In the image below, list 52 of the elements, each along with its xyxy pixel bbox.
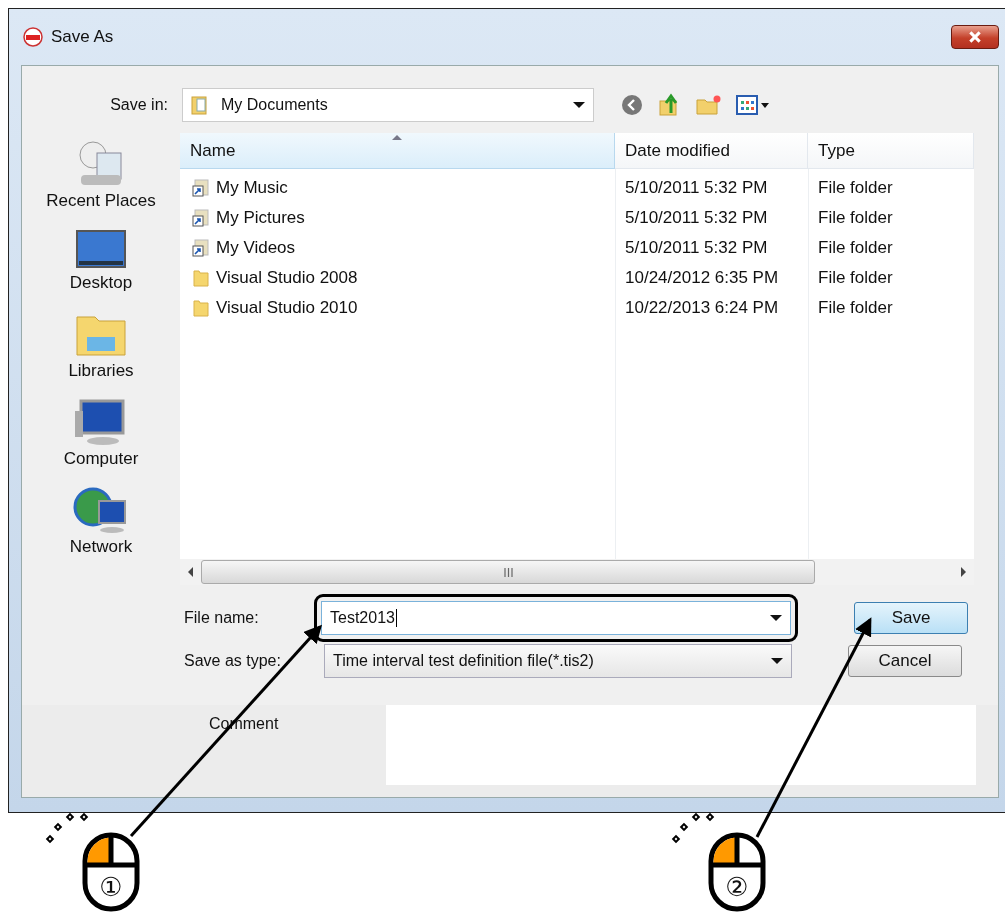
file-row-name[interactable]: My Videos (180, 238, 615, 258)
shortcut-icon (192, 209, 210, 227)
window-title: Save As (51, 27, 114, 47)
places-item[interactable]: Recent Places (46, 139, 156, 211)
type-cell-text: File folder (817, 178, 894, 198)
step-number: ② (725, 872, 749, 902)
caret-icon (573, 102, 585, 108)
places-item[interactable]: Computer (63, 397, 139, 469)
save-in-label: Save in: (109, 96, 169, 114)
file-name-field[interactable]: Test2013 (321, 601, 791, 635)
type-cell-text: File folder (817, 298, 894, 318)
new-folder-icon[interactable] (696, 94, 722, 116)
scrollbar-thumb[interactable] (201, 560, 815, 584)
folder-icon (192, 299, 210, 317)
comment-field[interactable] (386, 705, 976, 785)
shortcut-icon (192, 179, 210, 197)
file-name-label: File name: (183, 609, 260, 627)
sort-arrow-icon (392, 135, 402, 140)
date-cell-text: 5/10/2011 5:32 PM (624, 178, 769, 198)
places-item[interactable]: Network (69, 485, 133, 557)
documents-folder-icon (191, 95, 209, 115)
column-header[interactable]: Date modified (615, 133, 808, 169)
date-cell-text: 10/22/2013 6:24 PM (624, 298, 780, 318)
save-as-type-dropdown[interactable]: Time interval test definition file(*.tis2) (324, 644, 792, 678)
date-cell-text: 5/10/2011 5:32 PM (624, 208, 769, 228)
back-icon[interactable] (620, 93, 644, 117)
close-button[interactable] (951, 25, 999, 49)
view-menu-button[interactable] (736, 95, 769, 115)
places-item[interactable]: Libraries (68, 309, 134, 381)
grip-icon (503, 567, 513, 577)
shortcut-icon (192, 239, 210, 257)
type-cell-text: File folder (817, 208, 894, 228)
globe-computer-icon (73, 485, 129, 535)
cancel-button[interactable]: Cancel (848, 645, 962, 677)
folder-icon (192, 269, 210, 287)
column-header[interactable]: Name (180, 133, 615, 169)
save-as-type-label: Save as type: (183, 652, 282, 670)
places-item[interactable]: Desktop (69, 227, 133, 293)
step-number: ① (99, 872, 123, 902)
save-button[interactable]: Save (854, 602, 968, 634)
date-cell-text: 10/24/2012 6:35 PM (624, 268, 780, 288)
file-row-name[interactable]: Visual Studio 2008 (180, 268, 615, 288)
date-cell-text: 5/10/2011 5:32 PM (624, 238, 769, 258)
file-row-name[interactable]: My Pictures (180, 208, 615, 228)
desktop-icon (73, 227, 129, 271)
column-header[interactable]: Type (808, 133, 974, 169)
close-icon (968, 30, 982, 44)
type-cell-text: File folder (817, 238, 894, 258)
save-in-dropdown[interactable]: My Documents (182, 88, 594, 122)
file-row-name[interactable]: Visual Studio 2010 (180, 298, 615, 318)
type-cell-text: File folder (817, 268, 894, 288)
file-row-name[interactable]: My Music (180, 178, 615, 198)
